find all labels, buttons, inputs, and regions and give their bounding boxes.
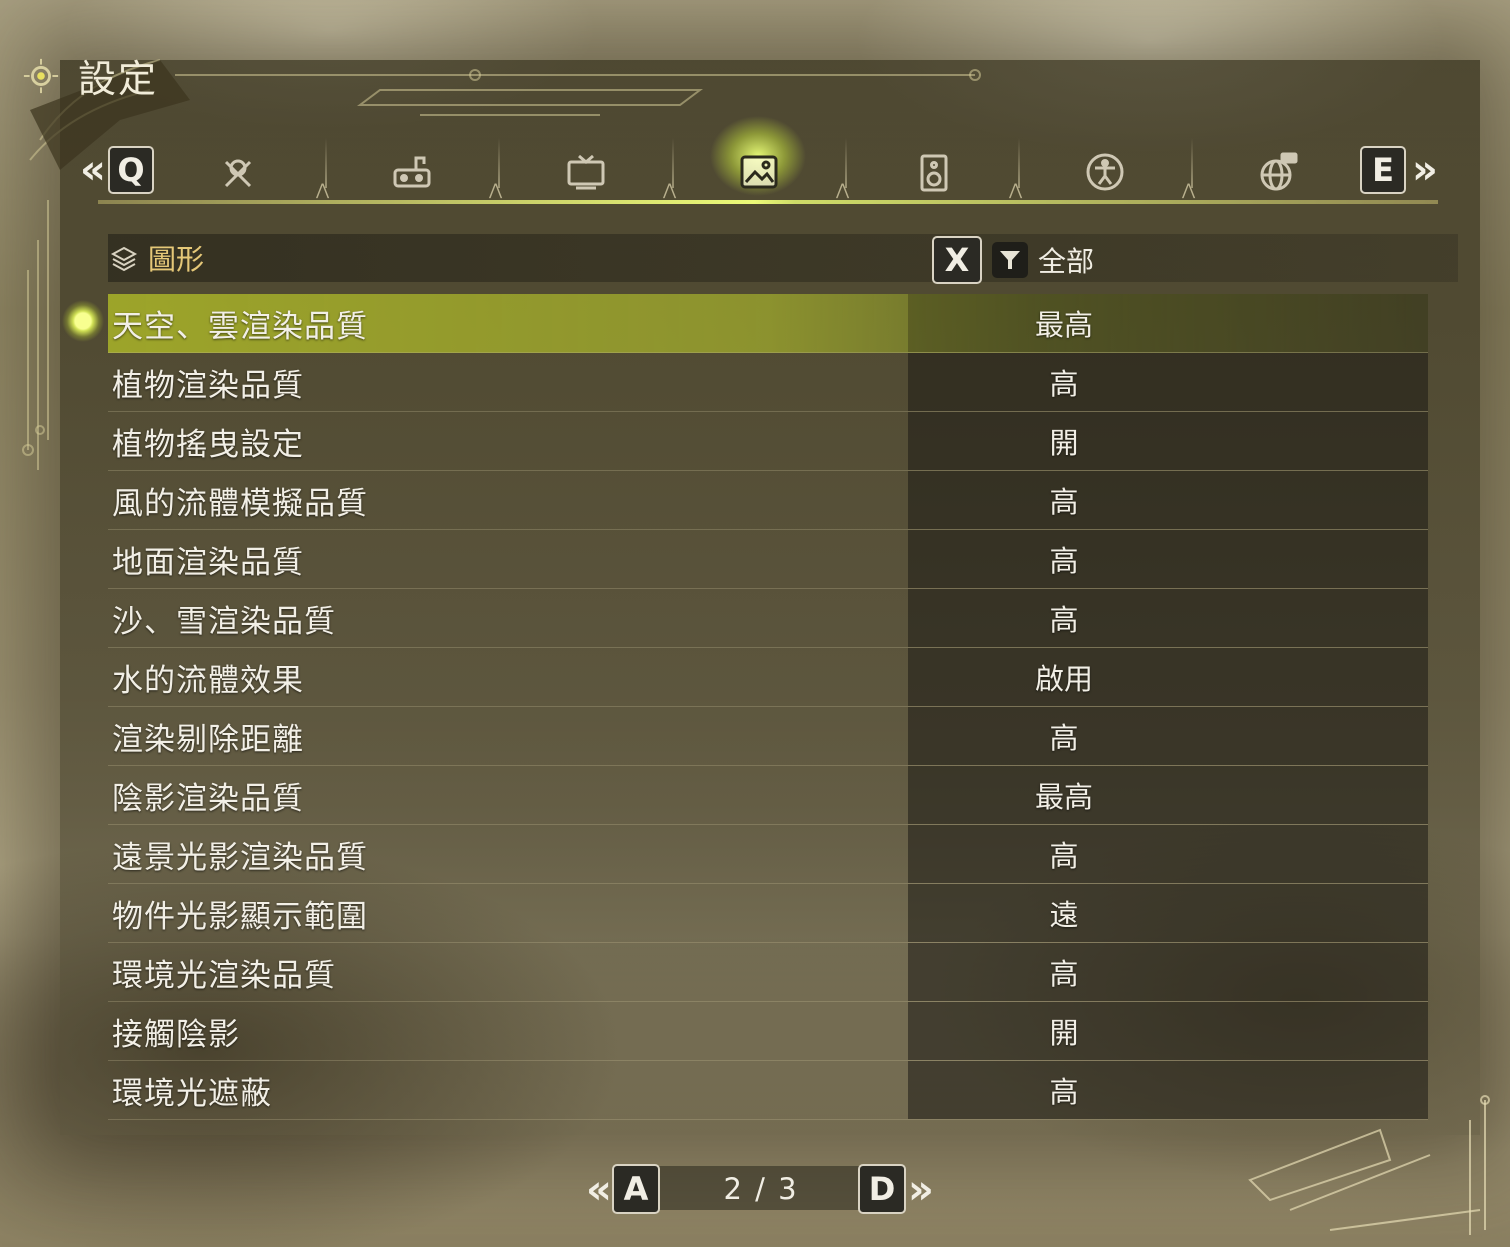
- setting-row[interactable]: 天空、雲渲染品質 最高: [108, 294, 1428, 353]
- tab-game-settings[interactable]: [210, 148, 266, 196]
- setting-row[interactable]: 水的流體效果 啟用: [108, 648, 1428, 707]
- filter-key[interactable]: X: [932, 236, 982, 284]
- setting-value[interactable]: 啟用: [964, 656, 1164, 698]
- speaker-icon: [920, 154, 948, 192]
- setting-value[interactable]: 高: [964, 479, 1164, 521]
- setting-row[interactable]: 地面渲染品質 高: [108, 530, 1428, 589]
- setting-label: 遠景光影渲染品質: [112, 839, 368, 876]
- setting-row[interactable]: 陰影渲染品質 最高: [108, 766, 1428, 825]
- chevron-right-icon: »: [908, 1167, 934, 1213]
- tab-controls[interactable]: [384, 148, 440, 196]
- setting-row[interactable]: 植物搖曳設定 開: [108, 412, 1428, 471]
- settings-list: 天空、雲渲染品質 最高 植物渲染品質 高 植物搖曳設定 開 風的流體模擬品質 高…: [108, 294, 1428, 1120]
- setting-row[interactable]: 植物渲染品質 高: [108, 353, 1428, 412]
- setting-value[interactable]: 遠: [964, 892, 1164, 934]
- setting-label: 風的流體模擬品質: [112, 485, 368, 522]
- setting-label: 環境光遮蔽: [112, 1075, 272, 1112]
- setting-row[interactable]: 遠景光影渲染品質 高: [108, 825, 1428, 884]
- setting-value[interactable]: 高: [964, 951, 1164, 993]
- setting-label: 環境光渲染品質: [112, 957, 336, 994]
- filter-label: 全部: [1038, 245, 1095, 278]
- page-title: 設定: [78, 57, 159, 101]
- settings-sun-icon: [23, 58, 59, 93]
- setting-label: 天空、雲渲染品質: [112, 308, 368, 345]
- page-navigator: « A 2 / 3 D »: [586, 1162, 936, 1214]
- setting-row[interactable]: 沙、雪渲染品質 高: [108, 589, 1428, 648]
- image-icon: [740, 155, 778, 189]
- setting-label: 地面渲染品質: [112, 544, 304, 581]
- setting-row[interactable]: 風的流體模擬品質 高: [108, 471, 1428, 530]
- setting-row[interactable]: 物件光影顯示範圍 遠: [108, 884, 1428, 943]
- page-header: 設定: [22, 48, 158, 103]
- setting-label: 水的流體效果: [112, 662, 304, 699]
- section-label: 圖形: [148, 243, 205, 276]
- setting-value[interactable]: 高: [964, 715, 1164, 757]
- section-header-bar: [108, 234, 1458, 282]
- setting-row[interactable]: 環境光遮蔽 高: [108, 1061, 1428, 1120]
- setting-value[interactable]: 高: [964, 833, 1164, 875]
- setting-value[interactable]: 高: [964, 1069, 1164, 1111]
- setting-value[interactable]: 開: [964, 420, 1164, 462]
- setting-value[interactable]: 最高: [964, 774, 1164, 816]
- layers-icon: [110, 246, 138, 272]
- filter-funnel-icon: [992, 242, 1028, 278]
- section-heading: 圖形: [110, 238, 204, 278]
- globe-network-icon: [1260, 152, 1298, 191]
- setting-value[interactable]: 高: [964, 361, 1164, 403]
- next-tab-key[interactable]: E: [1360, 146, 1406, 194]
- filter-control[interactable]: X 全部: [932, 236, 1094, 284]
- setting-row[interactable]: 接觸陰影 開: [108, 1002, 1428, 1061]
- next-page-key[interactable]: D: [858, 1164, 906, 1214]
- setting-label: 渲染剔除距離: [112, 721, 304, 758]
- gamepad-icon: [393, 156, 431, 188]
- tab-accessibility[interactable]: [1077, 148, 1133, 196]
- tab-graphics[interactable]: [731, 148, 787, 196]
- tab-audio[interactable]: [904, 148, 960, 196]
- setting-value[interactable]: 最高: [964, 302, 1164, 344]
- setting-label: 沙、雪渲染品質: [112, 603, 336, 640]
- setting-value[interactable]: 高: [964, 538, 1164, 580]
- tab-display[interactable]: [558, 148, 614, 196]
- setting-row[interactable]: 環境光渲染品質 高: [108, 943, 1428, 1002]
- setting-value[interactable]: 開: [964, 1010, 1164, 1052]
- chevron-left-icon: «: [80, 147, 106, 193]
- setting-label: 接觸陰影: [112, 1016, 240, 1053]
- setting-label: 植物搖曳設定: [112, 426, 304, 463]
- category-tab-bar: « Q ⋀ ⋀ ⋀ ⋀ ⋀ ⋀ E »: [80, 96, 1440, 208]
- selection-indicator: [62, 300, 104, 342]
- tools-icon: [224, 159, 252, 188]
- accessibility-icon: [1086, 153, 1124, 191]
- monitor-icon: [567, 154, 605, 190]
- setting-label: 陰影渲染品質: [112, 780, 304, 817]
- prev-tab-key[interactable]: Q: [108, 146, 154, 194]
- setting-label: 物件光影顯示範圍: [112, 898, 368, 935]
- setting-value[interactable]: 高: [964, 597, 1164, 639]
- tab-network[interactable]: [1250, 148, 1306, 196]
- setting-label: 植物渲染品質: [112, 367, 304, 404]
- setting-row[interactable]: 渲染剔除距離 高: [108, 707, 1428, 766]
- tab-underline: [98, 200, 1438, 204]
- chevron-right-icon: »: [1412, 147, 1438, 193]
